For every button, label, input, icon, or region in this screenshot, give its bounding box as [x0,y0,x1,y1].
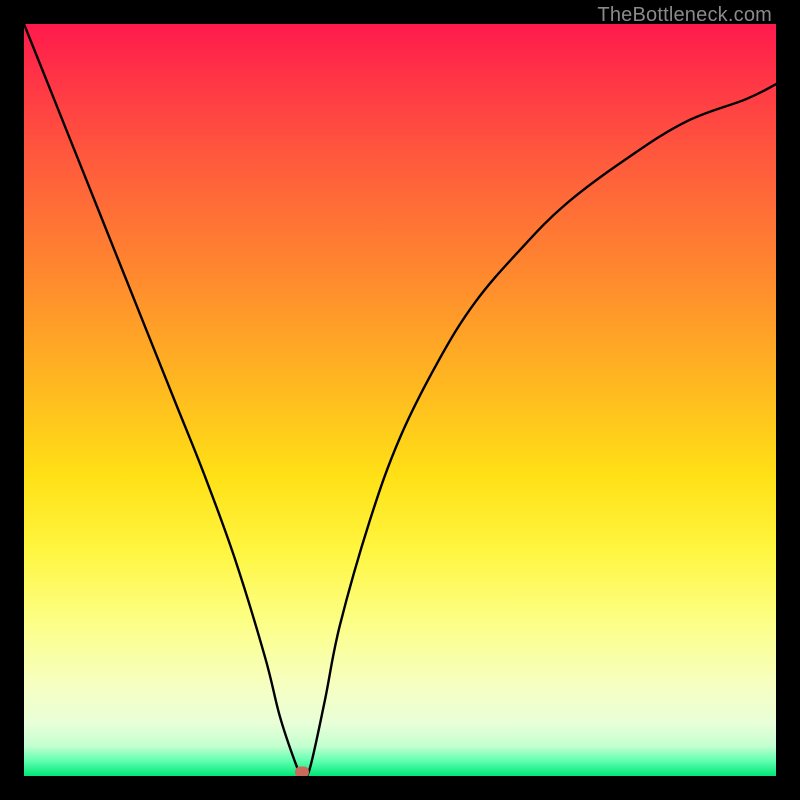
gradient-background [24,24,776,776]
optimum-marker [295,767,309,777]
plot-area [24,24,776,776]
watermark-text: TheBottleneck.com [597,4,772,27]
chart-frame: TheBottleneck.com [0,0,800,800]
